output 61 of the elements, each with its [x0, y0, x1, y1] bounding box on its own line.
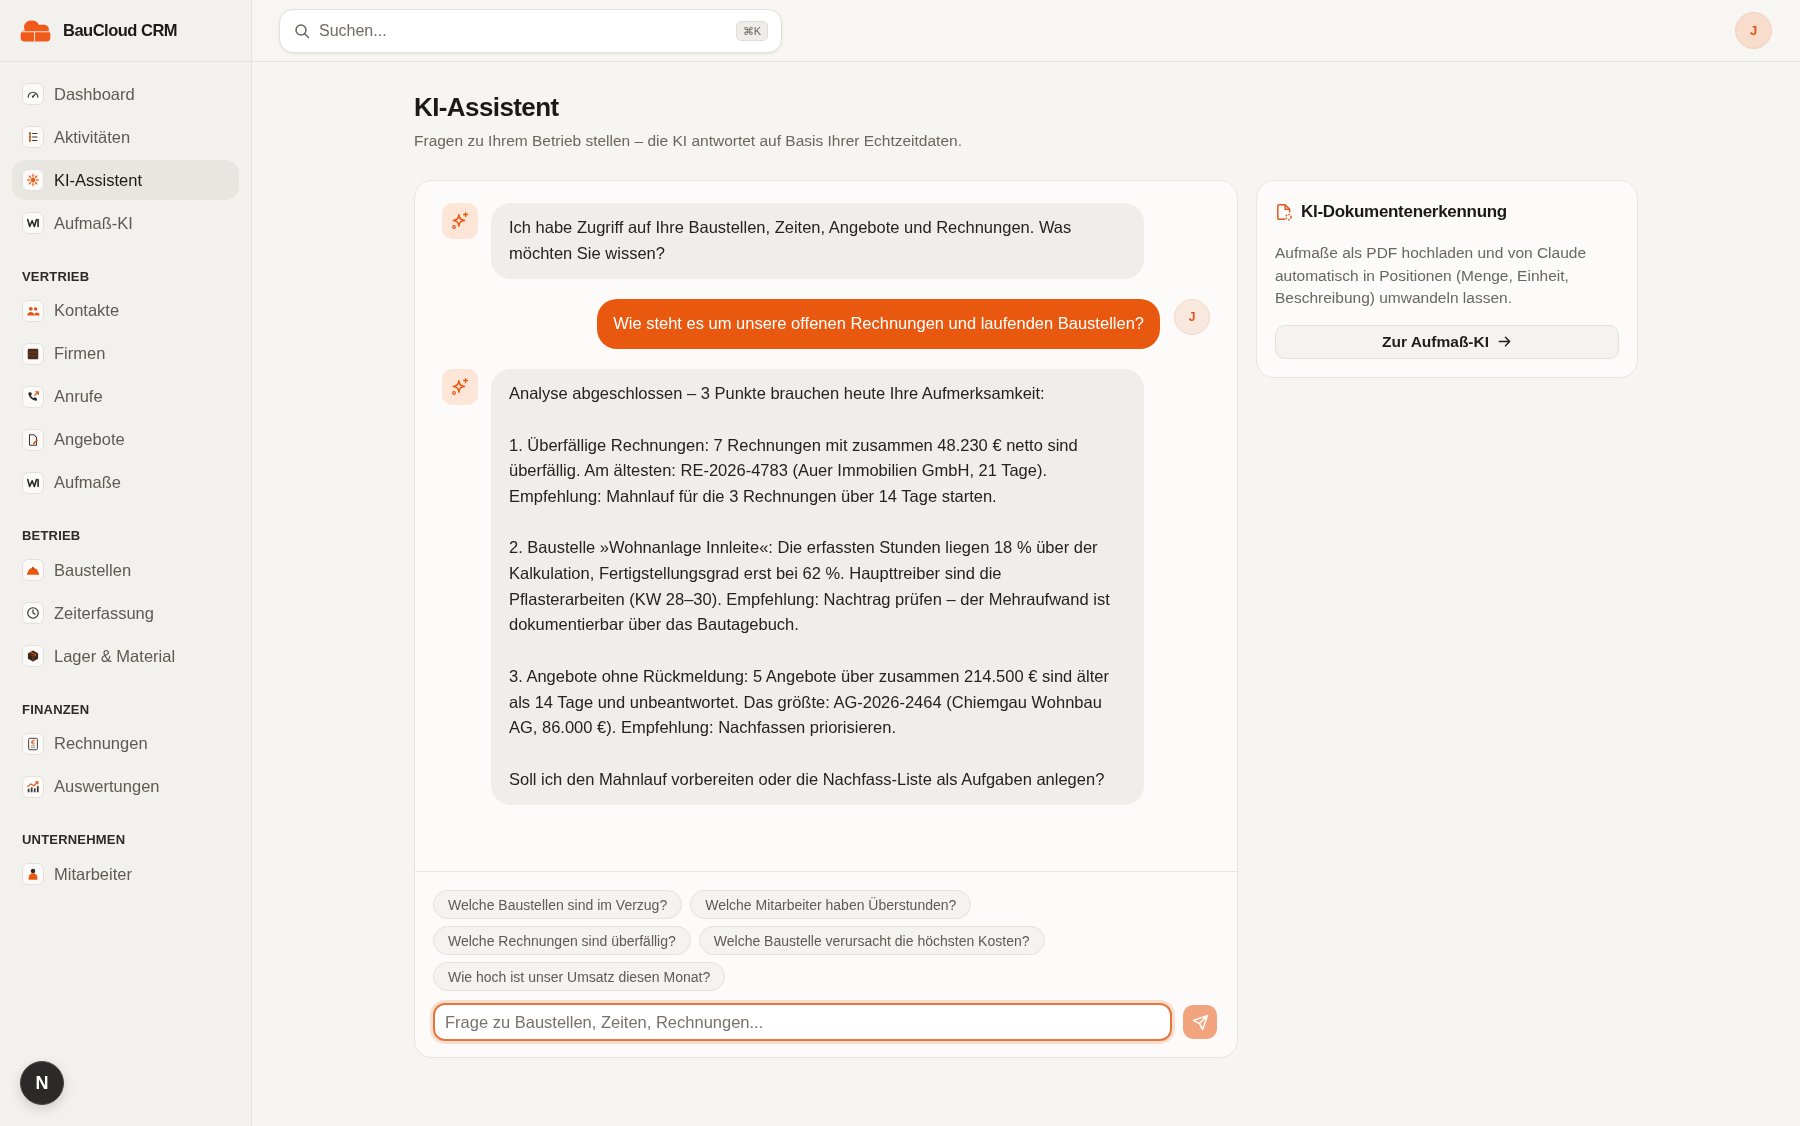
sparkle-icon [442, 203, 478, 239]
user-avatar: J [1174, 299, 1210, 336]
suggestion-chip[interactable]: Welche Mitarbeiter haben Überstunden? [690, 890, 972, 919]
message-text: Ich habe Zugriff auf Ihre Baustellen, Zeiten, Angebote und Rechnungen. Was möchten Sie wissen? [509, 217, 1073, 264]
search-icon [294, 22, 310, 39]
go-to-button[interactable]: Zur Aufmaß-KI [1275, 324, 1619, 359]
section-heading: UNTERNEHMEN [22, 832, 127, 848]
section-heading: FINANZEN [22, 701, 91, 718]
nav-item[interactable]: Aktivitäten [12, 117, 239, 157]
sun-icon [22, 169, 44, 191]
document-edit-icon [22, 428, 44, 451]
arrow-icon [1497, 334, 1513, 349]
suggestion-chip[interactable]: Welche Baustellen sind im Verzug? [433, 890, 683, 919]
app-name: BauCloud CRM [63, 21, 178, 40]
message-text: Soll ich den Mahnlauf vorbereiten oder die Nachfass-Liste als Aufgaben anlegen? [509, 768, 1106, 790]
invoice-icon [22, 732, 44, 755]
list-icon [22, 126, 44, 148]
page-subtitle: Fragen zu Ihrem Betrieb stellen – die KI antwortet auf Basis Ihrer Echtzeitdaten. [414, 131, 963, 151]
nav-item[interactable]: Auswertungen [12, 766, 239, 807]
card-description: Aufmaße als PDF hochladen und von Claude automatisch in Positionen (Menge, Einheit, Beschreibung) umwandeln lassen. [1275, 243, 1588, 308]
nav-item[interactable]: Baustellen [12, 550, 239, 590]
suggestion-chip[interactable]: Welche Rechnungen sind überfällig? [433, 926, 691, 955]
box-icon [22, 645, 44, 667]
nav-item[interactable]: Aufmaß-KI [12, 203, 239, 243]
person-icon [22, 863, 44, 885]
nav-item[interactable]: Aufmaße [12, 462, 239, 503]
building-icon [22, 342, 44, 365]
nav-item[interactable]: Dashboard [12, 74, 239, 114]
question-input[interactable]: Frage zu Baustellen, Zeiten, Rechnungen... [433, 1003, 1172, 1041]
message-text: Analyse abgeschlossen – 3 Punkte brauchen heute Ihre Aufmerksamkeit: [509, 383, 1046, 405]
suggestion-chip[interactable]: Wie hoch ist unser Umsatz diesen Monat? [433, 962, 726, 991]
page-title: KI-Assistent [414, 91, 560, 123]
message-text: 1. Überfällige Rechnungen: 7 Rechnungen mit zusammen 48.230 € netto sind überfällig. Am ältesten: RE-2026-4783 (Auer Immobilien GmbH, 21 Tage). Empfehlung: Mahnlauf für die 3 Rechnungen über 14 Tage starten. [509, 434, 1079, 507]
section-heading: VERTRIEB [22, 268, 91, 285]
gauge-icon [22, 83, 44, 105]
zigzag-icon [22, 471, 44, 494]
nav-item[interactable]: Angebote [12, 419, 239, 460]
nav-item[interactable]: Zeiterfassung [12, 593, 239, 633]
send-icon [1191, 1013, 1209, 1031]
nav-item[interactable]: Firmen [12, 333, 239, 374]
nav-item[interactable]: Anrufe [12, 376, 239, 417]
message-text: 2. Baustelle »Wohnanlage Innleite«: Die erfassten Stunden liegen 18 % über der Kalkulation, Fertigstellungsgrad erst bei 62 %. Haupttreiber sind die Pflasterarbeiten (KW 28–30). Empfehlung: Nachtrag prüfen – der Mehraufwand ist dokumentierbar über das Bautagebuch. [509, 537, 1111, 636]
suggestion-chip[interactable]: Welche Baustelle verursacht die höchsten Kosten? [698, 926, 1045, 955]
nav-item[interactable]: KI-Assistent [12, 160, 239, 200]
nav-item[interactable]: Rechnungen [12, 723, 239, 764]
bar-chart-icon [22, 775, 44, 798]
message-text: 3. Angebote ohne Rückmeldung: 5 Angebote über zusammen 214.500 € sind älter als 14 Tage und unbeantwortet. Das größte: AG-2026-2464 (Chiemgau Wohnbau AG, 86.000 €). Empfehlung: Nachfassen priorisieren. [509, 665, 1110, 739]
card-title: KI-Dokumentenerkennung [1301, 201, 1507, 223]
logo-icon [20, 19, 51, 42]
zigzag-icon [22, 212, 44, 234]
message-text: Wie steht es um unsere offenen Rechnungen und laufenden Baustellen? [613, 313, 1144, 335]
section-heading: BETRIEB [22, 528, 82, 544]
people-icon [22, 299, 44, 322]
nav-item[interactable]: Kontakte [12, 290, 239, 331]
phone-icon [22, 385, 44, 408]
nav-item[interactable]: Lager & Material [12, 636, 239, 676]
clock-icon [22, 602, 44, 624]
sparkle-icon [442, 369, 478, 406]
document-icon [1275, 203, 1293, 221]
hard-hat-icon [22, 559, 44, 581]
nav-item[interactable]: Mitarbeiter [12, 854, 239, 894]
